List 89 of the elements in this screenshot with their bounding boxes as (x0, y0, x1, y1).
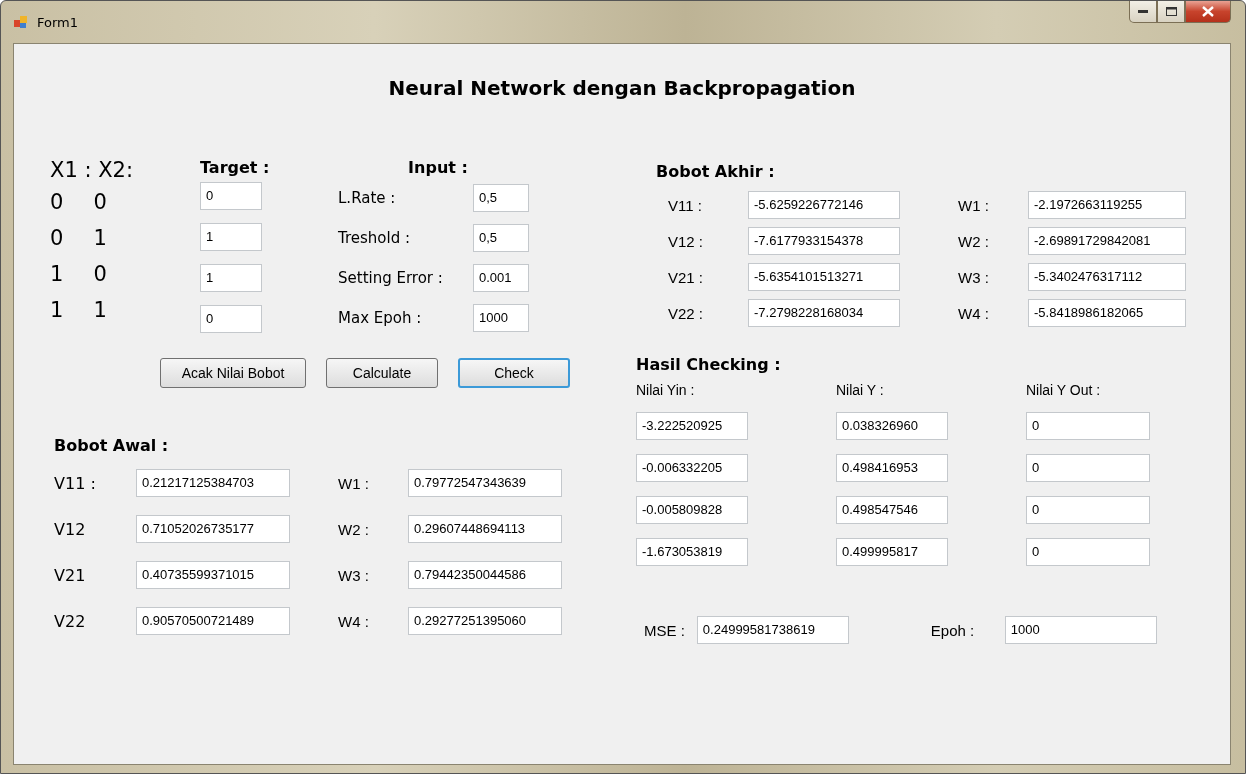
param-label: L.Rate : (338, 189, 397, 207)
xor-value: 1 (50, 262, 64, 288)
target-label: Target : (200, 158, 271, 179)
action-button[interactable]: Acak Nilai Bobot (160, 358, 306, 388)
xor-value: 1 (93, 226, 107, 252)
weight-field[interactable]: 0.71052026735177 (136, 515, 290, 543)
weight-field[interactable]: 0.79772547343639 (408, 469, 562, 497)
xor-value: 0 (50, 190, 64, 216)
minimize-button[interactable] (1129, 1, 1157, 23)
section-label: Bobot Awal : (54, 436, 170, 455)
weight-label: W4 : (338, 612, 370, 630)
weight-label: V12 (54, 519, 87, 539)
weight-field[interactable]: -2.1972663119255 (1028, 191, 1186, 219)
xor-value: 1 (93, 298, 107, 324)
result-field[interactable]: -3.222520925 (636, 412, 748, 440)
action-button[interactable]: Check (458, 358, 570, 388)
input-field[interactable]: 0,5 (473, 224, 529, 252)
weight-field[interactable]: 0.79442350044586 (408, 561, 562, 589)
weight-field[interactable]: -7.2798228168034 (748, 299, 900, 327)
window-title: Form1 (37, 14, 79, 30)
input-field[interactable]: 0,5 (473, 184, 529, 212)
weight-label: V11 : (668, 196, 703, 214)
weight-field[interactable]: 0.29607448694113 (408, 515, 562, 543)
target-field[interactable]: 1 (200, 223, 262, 251)
input-field[interactable]: 1000 (473, 304, 529, 332)
target-field[interactable]: 0 (200, 305, 262, 333)
maximize-button[interactable] (1157, 1, 1185, 23)
minimize-icon (1138, 9, 1148, 14)
action-button[interactable]: Calculate (326, 358, 438, 388)
result-field[interactable]: -0.005809828 (636, 496, 748, 524)
param-label: Setting Error : (338, 269, 444, 287)
epoh-label: Epoh : (930, 621, 976, 639)
result-field[interactable]: 0.498547546 (836, 496, 948, 524)
weight-field[interactable]: 0.90570500721489 (136, 607, 290, 635)
weight-label: W2 : (338, 520, 370, 538)
target-field[interactable]: 0 (200, 182, 262, 210)
weight-label: V22 : (668, 304, 705, 322)
weight-field[interactable]: 0.29277251395060 (408, 607, 562, 635)
mse-label: MSE : (644, 621, 685, 639)
xor-value: 1 (50, 298, 64, 324)
param-label: Treshold : (338, 229, 412, 247)
weight-field[interactable]: -2.69891729842081 (1028, 227, 1186, 255)
weight-label: W1 : (958, 196, 990, 214)
section-label: Bobot Akhir : (656, 162, 776, 181)
xor-value: 0 (93, 262, 107, 288)
weight-label: W3 : (958, 268, 990, 286)
result-field[interactable]: 0.499995817 (836, 538, 948, 566)
weight-label: W1 : (338, 474, 370, 492)
weight-field[interactable]: -5.8418986182065 (1028, 299, 1186, 327)
weight-field[interactable]: -5.6354101513271 (748, 263, 900, 291)
weight-field[interactable]: 0.21217125384703 (136, 469, 290, 497)
result-field[interactable]: -0.006332205 (636, 454, 748, 482)
result-field[interactable]: 0 (1026, 454, 1150, 482)
target-field[interactable]: 1 (200, 264, 262, 292)
close-button[interactable] (1185, 1, 1231, 23)
xor-header: X1 : X2: (50, 158, 134, 184)
weight-label: W4 : (958, 304, 990, 322)
weight-field[interactable]: 0.40735599371015 (136, 561, 290, 589)
close-icon (1202, 6, 1214, 17)
weight-label: V12 : (668, 232, 705, 250)
xor-value: 0 (93, 190, 107, 216)
weight-label: V22 (54, 611, 87, 631)
weight-label: V21 : (668, 268, 705, 286)
column-label: Nilai Y Out : (1026, 382, 1102, 398)
form-heading: Neural Network dengan Backpropagation (387, 76, 857, 100)
result-field[interactable]: 0 (1026, 496, 1150, 524)
weight-label: V11 : (54, 473, 97, 493)
section-label: Hasil Checking : (636, 355, 782, 374)
result-field[interactable]: 0.038326960 (836, 412, 948, 440)
weight-field[interactable]: -5.6259226772146 (748, 191, 900, 219)
weight-label: V21 (54, 565, 87, 585)
mse-field[interactable]: 0.24999581738619 (696, 616, 849, 644)
column-label: Nilai Yin : (636, 382, 696, 398)
epoh-field[interactable]: 1000 (1004, 616, 1157, 644)
weight-field[interactable]: -5.3402476317112 (1028, 263, 1186, 291)
param-label: Max Epoh : (338, 309, 423, 327)
result-field[interactable]: 0 (1026, 538, 1150, 566)
xor-value: 0 (50, 226, 64, 252)
input-label: Input : (408, 158, 468, 177)
result-field[interactable]: 0 (1026, 412, 1150, 440)
weight-label: W2 : (958, 232, 990, 250)
column-label: Nilai Y : (836, 382, 885, 398)
app-icon (13, 14, 29, 30)
weight-label: W3 : (338, 566, 370, 584)
weight-field[interactable]: -7.6177933154378 (748, 227, 900, 255)
input-field[interactable]: 0.001 (473, 264, 529, 292)
result-field[interactable]: -1.673053819 (636, 538, 748, 566)
maximize-icon (1165, 7, 1177, 16)
result-field[interactable]: 0.498416953 (836, 454, 948, 482)
